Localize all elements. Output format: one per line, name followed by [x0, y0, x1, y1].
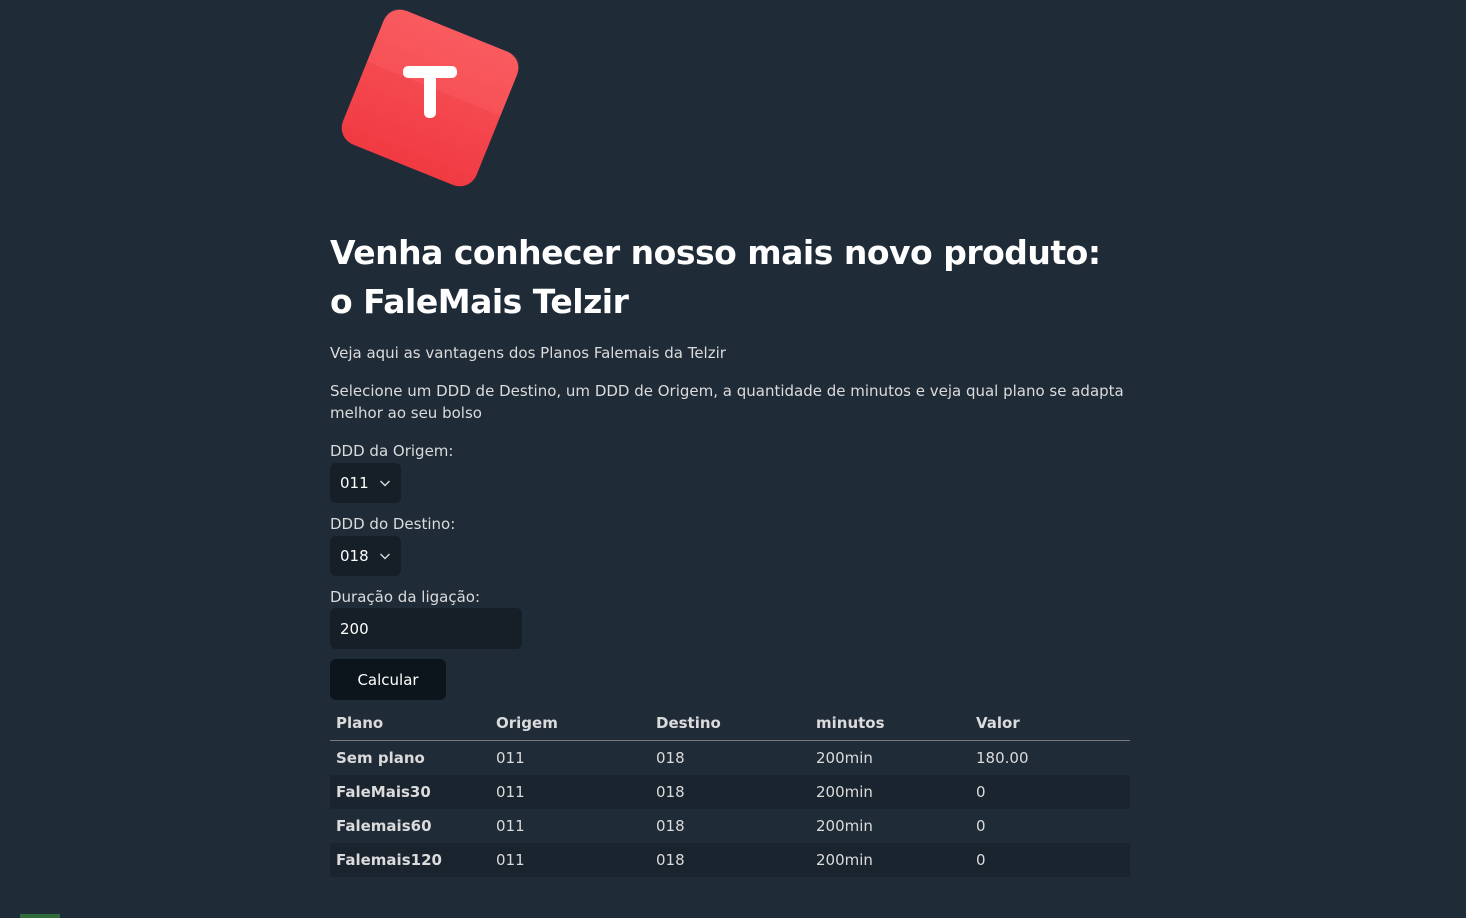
column-header-minutes: minutos	[810, 706, 970, 741]
taskbar-indicator	[20, 914, 60, 918]
page-title: Venha conhecer nosso mais novo produto: …	[330, 233, 1101, 321]
table-row: Falemais60 011 018 200min 0	[330, 809, 1130, 843]
value-cell: 0	[976, 817, 986, 835]
origin-cell: 011	[496, 851, 525, 869]
destination-cell: 018	[656, 783, 685, 801]
results-table: Plano Origem Destino minutos Valor Sem p…	[330, 706, 1130, 877]
calculate-button[interactable]: Calcular	[330, 659, 446, 700]
column-header-value: Valor	[970, 706, 1130, 741]
destination-cell: 018	[656, 749, 685, 767]
plan-cell: FaleMais30	[336, 783, 431, 801]
origin-cell: 011	[496, 817, 525, 835]
value-cell: 0	[976, 783, 986, 801]
destination-cell: 018	[656, 851, 685, 869]
destination-cell: 018	[656, 817, 685, 835]
minutes-cell: 200min	[816, 749, 873, 767]
minutes-cell: 200min	[816, 851, 873, 869]
table-header-row: Plano Origem Destino minutos Valor	[330, 706, 1130, 741]
dest-label: DDD do Destino:	[330, 515, 456, 533]
table-row: Sem plano 011 018 200min 180.00	[330, 741, 1130, 776]
instructions-text: Selecione um DDD de Destino, um DDD de O…	[330, 382, 1124, 422]
minutes-cell: 200min	[816, 817, 873, 835]
column-header-origin: Origem	[490, 706, 650, 741]
dest-select[interactable]: 018	[330, 536, 401, 576]
duration-label: Duração da ligação:	[330, 588, 480, 606]
minutes-cell: 200min	[816, 783, 873, 801]
column-header-destination: Destino	[650, 706, 810, 741]
dest-select-value: 018	[340, 547, 369, 565]
telzir-logo	[330, 0, 530, 200]
chevron-down-icon	[380, 553, 390, 560]
plan-cell: Sem plano	[336, 749, 425, 767]
origin-cell: 011	[496, 783, 525, 801]
value-cell: 180.00	[976, 749, 1029, 767]
chevron-down-icon	[380, 480, 390, 487]
origin-label: DDD da Origem:	[330, 442, 454, 460]
table-row: Falemais120 011 018 200min 0	[330, 843, 1130, 877]
duration-input[interactable]	[330, 608, 522, 649]
origin-select-value: 011	[340, 474, 369, 492]
plan-cell: Falemais120	[336, 851, 442, 869]
origin-select[interactable]: 011	[330, 463, 401, 503]
column-header-plan: Plano	[330, 706, 490, 741]
table-row: FaleMais30 011 018 200min 0	[330, 775, 1130, 809]
origin-cell: 011	[496, 749, 525, 767]
value-cell: 0	[976, 851, 986, 869]
plan-cell: Falemais60	[336, 817, 432, 835]
intro-text: Veja aqui as vantagens dos Planos Falema…	[330, 344, 726, 362]
